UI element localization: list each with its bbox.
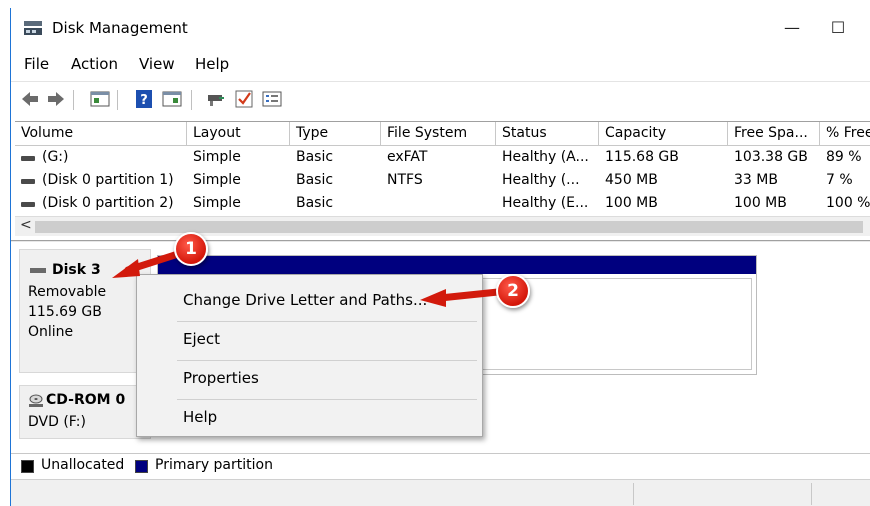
- title-bar: Disk Management — ☐: [11, 8, 870, 48]
- column-capacity[interactable]: Capacity: [599, 122, 728, 146]
- minimize-button[interactable]: —: [769, 8, 815, 48]
- pane-splitter[interactable]: [11, 240, 870, 242]
- menu-bar: File Action View Help: [11, 49, 870, 77]
- cdrom-label[interactable]: CD-ROM 0 DVD (F:): [19, 385, 151, 439]
- column-free-space[interactable]: Free Spa...: [728, 122, 820, 146]
- context-menu: Change Drive Letter and Paths... Eject P…: [136, 274, 483, 437]
- cdrom-name: CD-ROM 0: [46, 392, 126, 408]
- drive-icon: [21, 202, 35, 207]
- status-divider: [633, 483, 634, 505]
- list-icon[interactable]: [261, 88, 283, 110]
- column-file-system[interactable]: File System: [381, 122, 496, 146]
- check-icon[interactable]: [233, 88, 255, 110]
- drive-icon: [21, 179, 35, 184]
- cell-status: Healthy (A...: [502, 149, 589, 165]
- scroll-left-button[interactable]: <: [20, 217, 32, 233]
- back-arrow-icon[interactable]: [19, 88, 41, 110]
- disk-3-label[interactable]: Disk 3 Removable 115.69 GB Online: [19, 249, 151, 373]
- connect-icon[interactable]: [205, 88, 227, 110]
- cell-free-space: 103.38 GB: [734, 149, 808, 165]
- menu-help-item[interactable]: Help: [183, 408, 217, 426]
- legend: Unallocated Primary partition: [11, 453, 870, 477]
- horizontal-scrollbar[interactable]: <: [15, 216, 870, 236]
- menu-action[interactable]: Action: [71, 55, 118, 73]
- scrollbar-thumb[interactable]: [35, 221, 863, 233]
- menu-separator: [177, 360, 477, 361]
- svg-text:?: ?: [140, 93, 148, 108]
- table-row[interactable]: (Disk 0 partition 1) Simple Basic NTFS H…: [15, 170, 870, 193]
- menu-separator: [177, 399, 477, 400]
- maximize-button[interactable]: ☐: [815, 8, 861, 48]
- cell-percent-free: 89 %: [826, 149, 862, 165]
- cell-type: Basic: [296, 149, 334, 165]
- column-volume[interactable]: Volume: [15, 122, 187, 146]
- toolbar: ?: [11, 81, 870, 113]
- menu-properties[interactable]: Properties: [183, 369, 259, 387]
- column-percent-free[interactable]: % Free: [820, 122, 870, 146]
- toolbar-separator: [73, 90, 74, 110]
- disk-management-icon: [24, 21, 42, 35]
- menu-change-drive-letter[interactable]: Change Drive Letter and Paths...: [183, 291, 427, 309]
- toolbar-separator: [117, 90, 118, 110]
- legend-unallocated: Unallocated: [41, 457, 125, 473]
- forward-arrow-icon[interactable]: [45, 88, 67, 110]
- menu-separator: [177, 321, 477, 322]
- disk-size: 115.69 GB: [28, 304, 102, 320]
- cell-file-system: NTFS: [387, 172, 423, 188]
- primary-partition-swatch: [135, 460, 148, 473]
- volume-list: Volume Layout Type File System Status Ca…: [15, 121, 870, 239]
- cell-file-system: exFAT: [387, 149, 428, 165]
- legend-primary-partition: Primary partition: [155, 457, 273, 473]
- cell-type: Basic: [296, 172, 334, 188]
- cell-percent-free: 100 %: [826, 195, 870, 211]
- unallocated-swatch: [21, 460, 34, 473]
- cell-type: Basic: [296, 195, 334, 211]
- cell-capacity: 450 MB: [605, 172, 658, 188]
- disk-status: Online: [28, 324, 74, 340]
- column-layout[interactable]: Layout: [187, 122, 290, 146]
- help-icon[interactable]: ?: [133, 88, 155, 110]
- menu-file[interactable]: File: [24, 55, 49, 73]
- disk-name: Disk 3: [52, 262, 101, 278]
- callout-badge-1: 1: [174, 232, 208, 266]
- column-status[interactable]: Status: [496, 122, 599, 146]
- cell-status: Healthy (...: [502, 172, 580, 188]
- cell-layout: Simple: [193, 172, 241, 188]
- cell-free-space: 33 MB: [734, 172, 778, 188]
- status-divider: [811, 483, 812, 505]
- table-row[interactable]: (G:) Simple Basic exFAT Healthy (A... 11…: [15, 147, 870, 170]
- cell-capacity: 115.68 GB: [605, 149, 679, 165]
- cell-capacity: 100 MB: [605, 195, 658, 211]
- cdrom-drive: DVD (F:): [28, 414, 86, 430]
- callout-badge-2: 2: [496, 274, 530, 308]
- window-title: Disk Management: [52, 19, 188, 37]
- drive-icon: [21, 156, 35, 161]
- menu-view[interactable]: View: [139, 55, 175, 73]
- disk-type: Removable: [28, 284, 107, 300]
- cell-volume: (Disk 0 partition 2): [42, 195, 174, 211]
- menu-eject[interactable]: Eject: [183, 330, 220, 348]
- properties-icon[interactable]: [161, 88, 183, 110]
- table-row[interactable]: (Disk 0 partition 2) Simple Basic Health…: [15, 193, 870, 216]
- cell-volume: (G:): [42, 149, 69, 165]
- cell-layout: Simple: [193, 149, 241, 165]
- cell-volume: (Disk 0 partition 1): [42, 172, 174, 188]
- cdrom-icon: [29, 394, 43, 407]
- cell-free-space: 100 MB: [734, 195, 787, 211]
- cell-layout: Simple: [193, 195, 241, 211]
- toolbar-separator: [191, 90, 192, 110]
- console-tree-icon[interactable]: [89, 88, 111, 110]
- status-bar: [11, 479, 870, 506]
- column-type[interactable]: Type: [290, 122, 381, 146]
- removable-disk-icon: [30, 268, 46, 273]
- cell-status: Healthy (E...: [502, 195, 589, 211]
- menu-help[interactable]: Help: [195, 55, 229, 73]
- partition-stripe: [158, 256, 756, 274]
- cell-percent-free: 7 %: [826, 172, 853, 188]
